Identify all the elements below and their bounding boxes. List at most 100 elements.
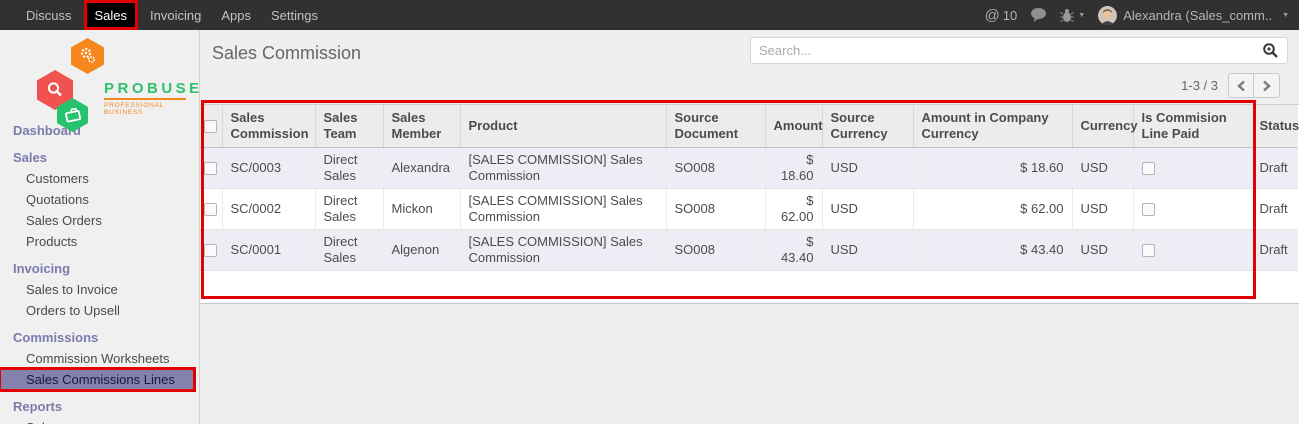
cell-amount-company: $ 62.00	[913, 188, 1072, 229]
cell-product: [SALES COMMISSION] Sales Commission	[460, 188, 666, 229]
col-is-commission-line-paid[interactable]: Is Commision Line Paid	[1133, 105, 1253, 147]
activity-count: 10	[1003, 8, 1017, 23]
cell-amount-company: $ 43.40	[913, 229, 1072, 270]
row-checkbox-cell	[200, 229, 222, 270]
sidebar-item-quotations[interactable]: Quotations	[0, 189, 199, 210]
col-sales-team[interactable]: Sales Team	[315, 105, 383, 147]
app-menus: Discuss Sales Invoicing Apps Settings	[0, 0, 328, 30]
cell-sales-team: Direct Sales	[315, 229, 383, 270]
row-checkbox[interactable]	[204, 244, 217, 257]
sidebar-section-invoicing[interactable]: Invoicing	[0, 258, 199, 279]
menu-apps[interactable]: Apps	[211, 0, 261, 30]
sidebar-menu: Dashboard Sales Customers Quotations Sal…	[0, 118, 199, 424]
row-checkbox[interactable]	[204, 203, 217, 216]
row-checkbox-cell	[200, 188, 222, 229]
pager-previous-button[interactable]	[1228, 73, 1254, 98]
sidebar: PROBUSE PROFESSIONAL BUSINESS Dashboard …	[0, 30, 200, 424]
cell-sales-member: Alexandra	[383, 147, 460, 188]
logo-title: PROBUSE	[104, 80, 203, 97]
menu-sales[interactable]: Sales	[86, 2, 137, 28]
cell-status: Draft	[1253, 188, 1298, 229]
top-navbar: Discuss Sales Invoicing Apps Settings @ …	[0, 0, 1299, 30]
sidebar-item-customers[interactable]: Customers	[0, 168, 199, 189]
main-content: Sales Commission 1-3 / 3	[200, 30, 1299, 424]
col-amount[interactable]: Amount	[765, 105, 822, 147]
sidebar-section-dashboard[interactable]: Dashboard	[0, 120, 199, 141]
sidebar-section-commissions[interactable]: Commissions	[0, 327, 199, 348]
cell-is-paid	[1133, 147, 1253, 188]
pager-next-button[interactable]	[1254, 73, 1280, 98]
table-header-row: Sales Commission Sales Team Sales Member…	[200, 105, 1298, 147]
chevron-right-icon	[1262, 80, 1271, 92]
cell-sales-commission: SC/0002	[222, 188, 315, 229]
sidebar-section-reports[interactable]: Reports	[0, 396, 199, 417]
messages-button[interactable]	[1030, 7, 1047, 23]
col-source-document[interactable]: Source Document	[666, 105, 765, 147]
cell-source-currency: USD	[822, 188, 913, 229]
page-title: Sales Commission	[212, 43, 361, 64]
sidebar-item-sales-commissions-lines[interactable]: Sales Commissions Lines	[0, 369, 194, 390]
cell-sales-commission: SC/0003	[222, 147, 315, 188]
cell-amount: $ 18.60	[765, 147, 822, 188]
cell-source-currency: USD	[822, 147, 913, 188]
cell-source-document: SO008	[666, 188, 765, 229]
sidebar-section-sales[interactable]: Sales	[0, 147, 199, 168]
search-input[interactable]	[759, 43, 1262, 58]
gear-icon	[71, 38, 104, 74]
cell-amount-company: $ 18.60	[913, 147, 1072, 188]
row-checkbox-cell	[200, 147, 222, 188]
debug-menu[interactable]: ▼	[1060, 8, 1085, 23]
sidebar-item-orders-to-upsell[interactable]: Orders to Upsell	[0, 300, 199, 321]
probuse-logo: PROBUSE PROFESSIONAL BUSINESS	[0, 30, 199, 118]
col-sales-member[interactable]: Sales Member	[383, 105, 460, 147]
list-view: Sales Commission Sales Team Sales Member…	[200, 104, 1299, 304]
col-status[interactable]: Status	[1253, 105, 1298, 147]
col-amount-company-currency[interactable]: Amount in Company Currency	[913, 105, 1072, 147]
sidebar-item-sales-orders[interactable]: Sales Orders	[0, 210, 199, 231]
col-currency[interactable]: Currency	[1072, 105, 1133, 147]
select-all-checkbox-cell	[200, 105, 222, 147]
activities-button[interactable]: @ 10	[985, 7, 1018, 24]
cell-sales-team: Direct Sales	[315, 188, 383, 229]
table-row[interactable]: SC/0001 Direct Sales Algenon [SALES COMM…	[200, 229, 1298, 270]
cell-currency: USD	[1072, 147, 1133, 188]
logo-tagline: PROFESSIONAL BUSINESS	[104, 102, 199, 116]
commission-table: Sales Commission Sales Team Sales Member…	[200, 105, 1298, 271]
menu-discuss[interactable]: Discuss	[16, 0, 82, 30]
sidebar-item-commission-worksheets[interactable]: Commission Worksheets	[0, 348, 199, 369]
at-icon: @	[985, 7, 1000, 24]
search-icon[interactable]	[1262, 42, 1279, 59]
sidebar-item-products[interactable]: Products	[0, 231, 199, 252]
cell-is-paid	[1133, 229, 1253, 270]
cell-status: Draft	[1253, 147, 1298, 188]
cell-sales-commission: SC/0001	[222, 229, 315, 270]
caret-down-icon: ▼	[1078, 12, 1085, 19]
select-all-checkbox[interactable]	[204, 120, 217, 133]
systray: @ 10 ▼	[985, 6, 1299, 25]
table-row[interactable]: SC/0003 Direct Sales Alexandra [SALES CO…	[200, 147, 1298, 188]
menu-settings[interactable]: Settings	[261, 0, 328, 30]
is-paid-checkbox[interactable]	[1142, 203, 1155, 216]
cell-currency: USD	[1072, 229, 1133, 270]
cell-amount: $ 62.00	[765, 188, 822, 229]
menu-invoicing[interactable]: Invoicing	[140, 0, 211, 30]
cell-sales-member: Algenon	[383, 229, 460, 270]
cell-sales-member: Mickon	[383, 188, 460, 229]
sidebar-item-reports-sales[interactable]: Sales	[0, 417, 199, 424]
row-checkbox[interactable]	[204, 162, 217, 175]
col-source-currency[interactable]: Source Currency	[822, 105, 913, 147]
cell-source-document: SO008	[666, 229, 765, 270]
sidebar-item-sales-to-invoice[interactable]: Sales to Invoice	[0, 279, 199, 300]
cell-status: Draft	[1253, 229, 1298, 270]
col-sales-commission[interactable]: Sales Commission	[222, 105, 315, 147]
user-menu[interactable]: Alexandra (Sales_comm.. ▼	[1098, 6, 1289, 25]
cell-source-document: SO008	[666, 147, 765, 188]
cell-is-paid	[1133, 188, 1253, 229]
table-row[interactable]: SC/0002 Direct Sales Mickon [SALES COMMI…	[200, 188, 1298, 229]
cell-product: [SALES COMMISSION] Sales Commission	[460, 147, 666, 188]
is-paid-checkbox[interactable]	[1142, 244, 1155, 257]
logo-rule	[104, 98, 186, 100]
col-product[interactable]: Product	[460, 105, 666, 147]
is-paid-checkbox[interactable]	[1142, 162, 1155, 175]
search-box	[750, 37, 1288, 64]
